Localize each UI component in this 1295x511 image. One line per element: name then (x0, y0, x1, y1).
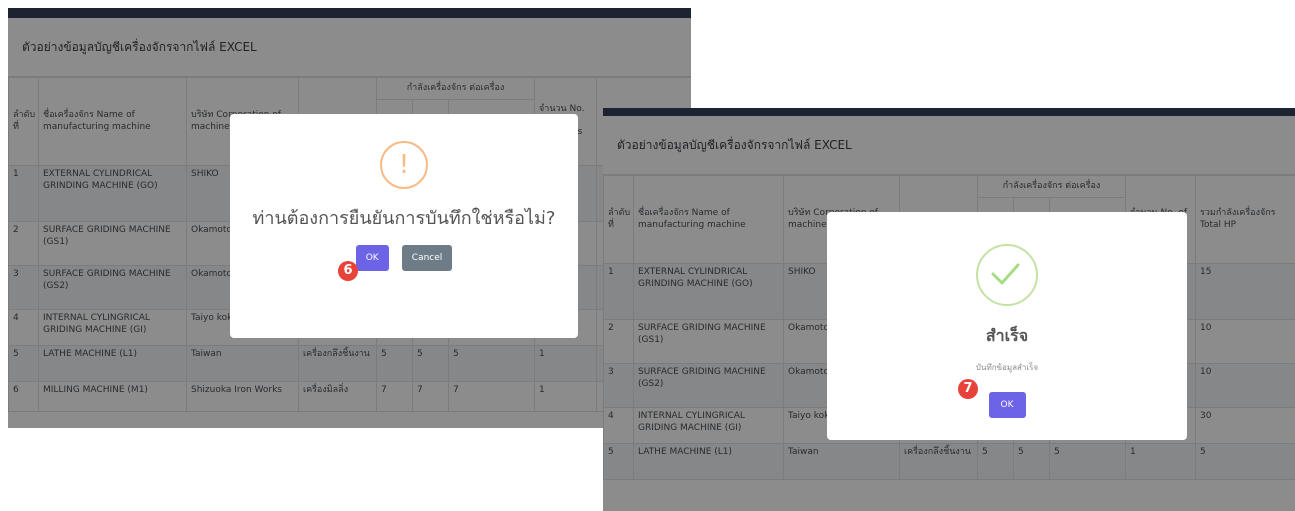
success-message: บันทึกข้อมูลสำเร็จ (975, 363, 1039, 372)
success-screenshot-panel: ตัวอย่างข้อมูลบัญชีเครื่องจักรจากไฟล์ EX… (603, 108, 1295, 511)
dialog-actions: OK (827, 392, 1187, 418)
confirm-screenshot-panel: ตัวอย่างข้อมูลบัญชีเครื่องจักรจากไฟล์ EX… (8, 8, 691, 428)
confirm-message: ท่านต้องการยืนยันการบันทึกใช่หรือไม่? (252, 208, 556, 229)
ok-button[interactable]: OK (988, 392, 1026, 418)
success-title: สำเร็จ (985, 326, 1029, 345)
ok-button[interactable]: OK (355, 245, 389, 271)
dialog-actions: OK Cancel (230, 245, 578, 271)
confirm-dialog: ! ท่านต้องการยืนยันการบันทึกใช่หรือไม่? … (230, 114, 578, 338)
success-dialog: สำเร็จ บันทึกข้อมูลสำเร็จ OK (827, 212, 1187, 440)
check-icon (976, 244, 1038, 306)
step-marker-6: 6 (338, 261, 358, 281)
warning-icon: ! (380, 141, 428, 189)
step-marker-7: 7 (958, 379, 978, 399)
cancel-button[interactable]: Cancel (401, 245, 453, 271)
